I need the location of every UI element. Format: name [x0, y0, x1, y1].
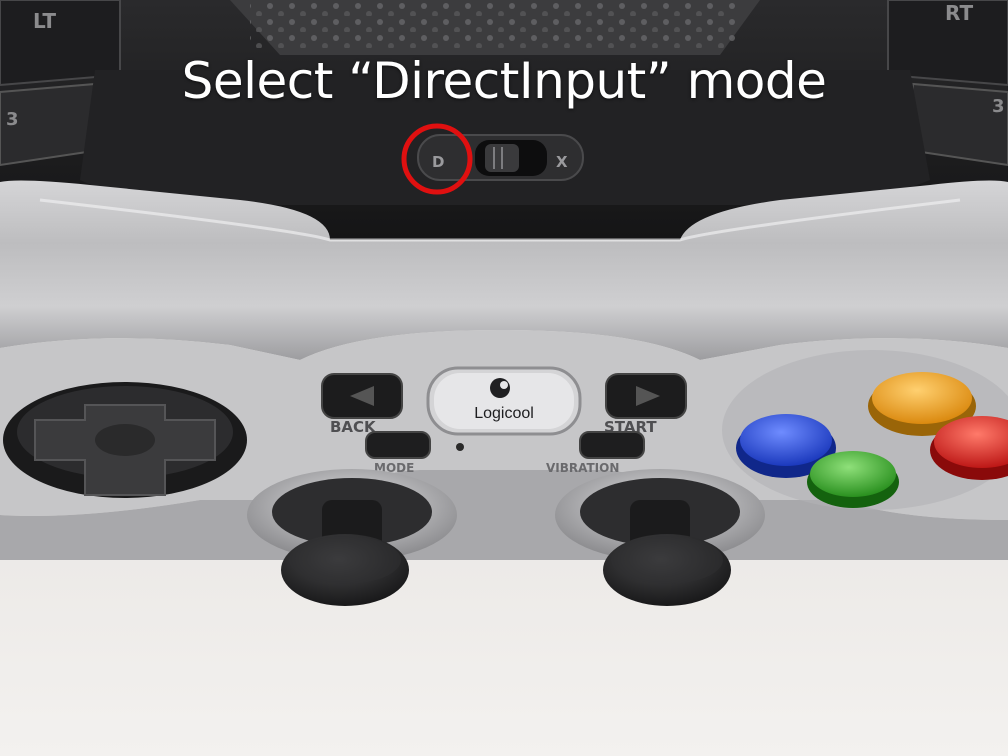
guide-button[interactable]: [426, 366, 582, 436]
back-button[interactable]: [321, 373, 403, 419]
vibration-label: VIBRATION: [546, 461, 619, 475]
gamepad-photo: LT RT 3 3 D X BACK START MODE VIBRATION …: [0, 0, 1008, 756]
switch-label-x: X: [556, 153, 568, 171]
left-bumper-label: 3: [6, 109, 19, 130]
vibration-button[interactable]: [579, 431, 645, 459]
mode-button[interactable]: [365, 431, 431, 459]
dpad[interactable]: [3, 382, 247, 498]
face-buttons: [722, 350, 1008, 510]
product-photo-scene: LT RT 3 3 D X BACK START MODE VIBRATION …: [0, 0, 1008, 756]
brand-label: Logicool: [474, 405, 534, 422]
start-button[interactable]: [605, 373, 687, 419]
left-trigger-label: LT: [33, 9, 56, 33]
instruction-caption: Select “DirectInput” mode: [181, 52, 827, 110]
green-face-button[interactable]: [807, 451, 899, 508]
right-trigger-label: RT: [945, 1, 974, 25]
indicator-led: [456, 443, 464, 451]
logicool-logo-icon: [490, 378, 510, 398]
switch-label-d: D: [432, 153, 444, 171]
